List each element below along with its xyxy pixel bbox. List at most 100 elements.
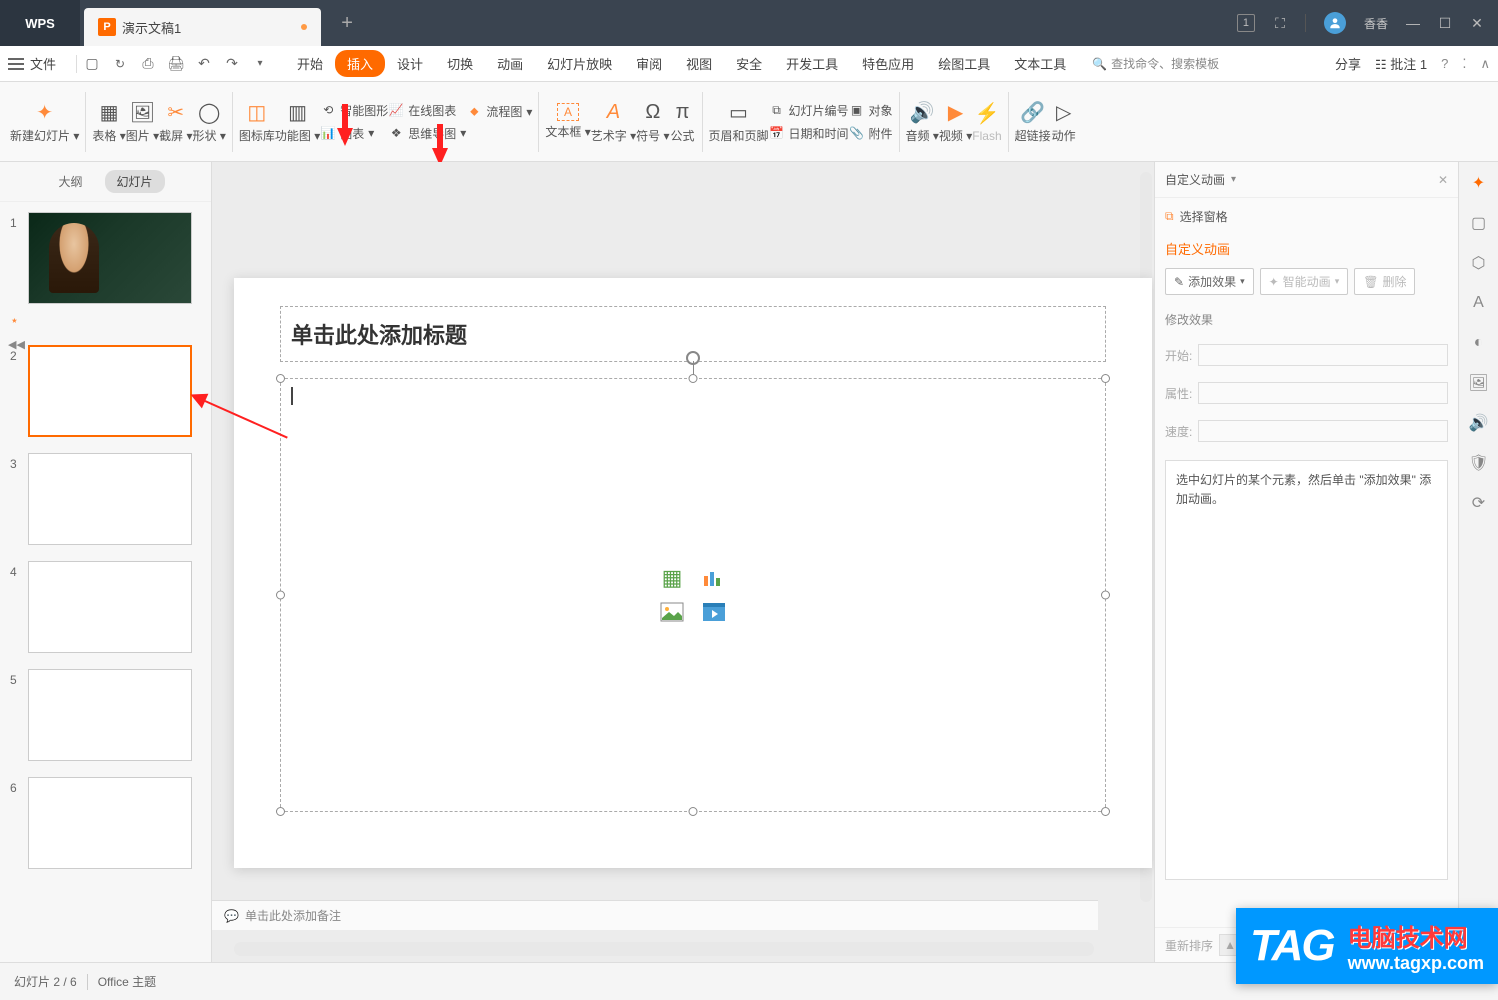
save-icon[interactable]: ↻ [111,55,129,73]
menu-animation[interactable]: 动画 [485,50,535,77]
close-icon[interactable]: ✕ [1470,16,1484,30]
slide-thumb-5[interactable] [28,669,192,761]
menu-start[interactable]: 开始 [285,50,335,77]
slide-thumb-6[interactable] [28,777,192,869]
maximize-icon[interactable]: ☐ [1438,16,1452,30]
insert-chart-icon[interactable] [700,566,728,590]
open-folder-icon[interactable]: ▢ [83,55,101,73]
new-slide-button[interactable]: ✦ 新建幻灯片 ▾ [10,99,79,144]
selection-handle[interactable] [1101,591,1110,600]
slide-number-button[interactable]: ⧉幻灯片编号 [769,102,849,119]
add-effect-button[interactable]: ✎ 添加效果 ▾ [1165,268,1254,295]
insert-video-icon[interactable] [700,600,728,624]
speed-combo[interactable] [1198,420,1448,442]
datetime-button[interactable]: 📅日期和时间 [769,125,849,142]
image-strip-icon[interactable]: 🖼 [1468,372,1490,394]
undo-icon[interactable]: ↶ [195,55,213,73]
picture-button[interactable]: 🖼 图片 ▾ [126,99,159,144]
collapse-ribbon-icon[interactable]: ⁚ [1462,56,1466,72]
close-panel-icon[interactable]: ✕ [1438,173,1448,187]
selection-handle[interactable] [276,807,285,816]
help-icon[interactable]: ? [1441,56,1448,71]
menu-design[interactable]: 设计 [385,50,435,77]
document-tab[interactable]: P 演示文稿1 [84,8,321,46]
gift-icon[interactable]: ⛶ [1273,16,1287,30]
badge-1-icon[interactable]: 1 [1237,14,1255,32]
format-strip-icon[interactable]: ⬡ [1468,252,1490,274]
menu-review[interactable]: 审阅 [624,50,674,77]
property-combo[interactable] [1198,382,1448,404]
wordart-button[interactable]: A 艺术字 ▾ [591,99,636,144]
symbol-button[interactable]: Ω 符号 ▾ [636,99,669,144]
dropdown-icon[interactable]: ▾ [1231,174,1236,185]
content-placeholder[interactable]: ▦ [280,378,1106,812]
insert-table-icon[interactable]: ▦ [658,566,686,590]
attachment-button[interactable]: 📎附件 [849,125,893,142]
selection-pane-button[interactable]: ⧉ 选择窗格 [1165,208,1448,225]
object-button[interactable]: ▣对象 [849,102,893,119]
selection-handle[interactable] [1101,374,1110,383]
start-combo[interactable] [1198,344,1448,366]
collapse-panel-icon[interactable]: ◀◀ [8,338,25,351]
menu-insert[interactable]: 插入 [335,50,385,77]
slide-thumb-1[interactable] [28,212,192,304]
icon-library-button[interactable]: ◫ 图标库 [239,99,275,144]
preview-icon[interactable]: 🖨 [167,55,185,73]
text-strip-icon[interactable]: A [1468,292,1490,314]
slide-thumb-3[interactable] [28,453,192,545]
menu-devtools[interactable]: 开发工具 [774,50,850,77]
menu-features[interactable]: 特色应用 [850,50,926,77]
comments-button[interactable]: ☷ 批注 1 [1375,54,1427,73]
equation-button[interactable]: π 公式 [670,99,696,144]
selection-handle[interactable] [689,374,698,383]
dropdown-icon[interactable]: ▾ [251,55,269,73]
shape-strip-icon[interactable]: ◐ [1468,332,1490,354]
insert-picture-icon[interactable] [658,600,686,624]
menu-transition[interactable]: 切换 [435,50,485,77]
minimize-icon[interactable]: — [1406,16,1420,30]
chart-button[interactable]: 📊图表 ▾ [320,125,388,142]
flowchart-button[interactable]: ⬥流程图 ▾ [466,103,532,120]
tab-outline[interactable]: 大纲 [46,170,94,193]
mindmap-button[interactable]: ❖思维导图 ▾ [388,125,466,142]
selection-handle[interactable] [689,807,698,816]
security-strip-icon[interactable]: 🛡 [1468,452,1490,474]
user-avatar[interactable] [1324,12,1346,34]
slide-thumb-4[interactable] [28,561,192,653]
menu-drawtools[interactable]: 绘图工具 [926,50,1002,77]
print-icon[interactable]: ⎙ [139,55,157,73]
history-strip-icon[interactable]: ⟳ [1468,492,1490,514]
video-button[interactable]: ▶ 视频 ▾ [939,99,972,144]
search-commands[interactable]: 🔍 查找命令、搜索模板 [1092,55,1219,72]
menu-slideshow[interactable]: 幻灯片放映 [535,50,624,77]
transition-strip-icon[interactable]: ▢ [1468,212,1490,234]
textbox-button[interactable]: A 文本框 ▾ [545,103,590,140]
user-name[interactable]: 香香 [1364,15,1388,32]
wps-logo[interactable]: WPS [0,0,80,46]
tab-slides[interactable]: 幻灯片 [105,170,165,193]
selection-handle[interactable] [276,374,285,383]
menu-texttools[interactable]: 文本工具 [1002,50,1078,77]
screenshot-button[interactable]: ✂ 截屏 ▾ [159,99,192,144]
slide-thumb-2[interactable] [28,345,192,437]
expand-icon[interactable]: ∧ [1480,56,1490,72]
selection-handle[interactable] [1101,807,1110,816]
slide-canvas[interactable]: 单击此处添加标题 ▦ [234,278,1152,868]
file-menu[interactable]: 文件 [8,54,56,73]
audio-strip-icon[interactable]: 🔊 [1468,412,1490,434]
slide-list[interactable]: 1 ⋆ 2 3 4 5 [0,202,211,962]
animation-strip-icon[interactable]: ✦ [1468,172,1490,194]
smart-animation-button[interactable]: ✦ 智能动画 ▾ [1260,268,1349,295]
menu-view[interactable]: 视图 [674,50,724,77]
delete-effect-button[interactable]: 🗑 删除 [1354,268,1415,295]
horizontal-scrollbar[interactable] [234,942,1094,956]
smart-drawing-button[interactable]: ▥ 功能图 ▾ [275,99,320,144]
online-chart-button[interactable]: 📈在线图表 [388,102,466,119]
share-button[interactable]: 分享 [1335,54,1361,73]
selection-handle[interactable] [276,591,285,600]
header-footer-button[interactable]: ▭ 页眉和页脚 [709,99,769,144]
canvas-area[interactable]: 单击此处添加标题 ▦ [212,162,1154,962]
new-tab-button[interactable]: + [341,12,353,35]
notes-area[interactable]: 💬 单击此处添加备注 [212,900,1098,930]
table-button[interactable]: ▦ 表格 ▾ [92,99,125,144]
